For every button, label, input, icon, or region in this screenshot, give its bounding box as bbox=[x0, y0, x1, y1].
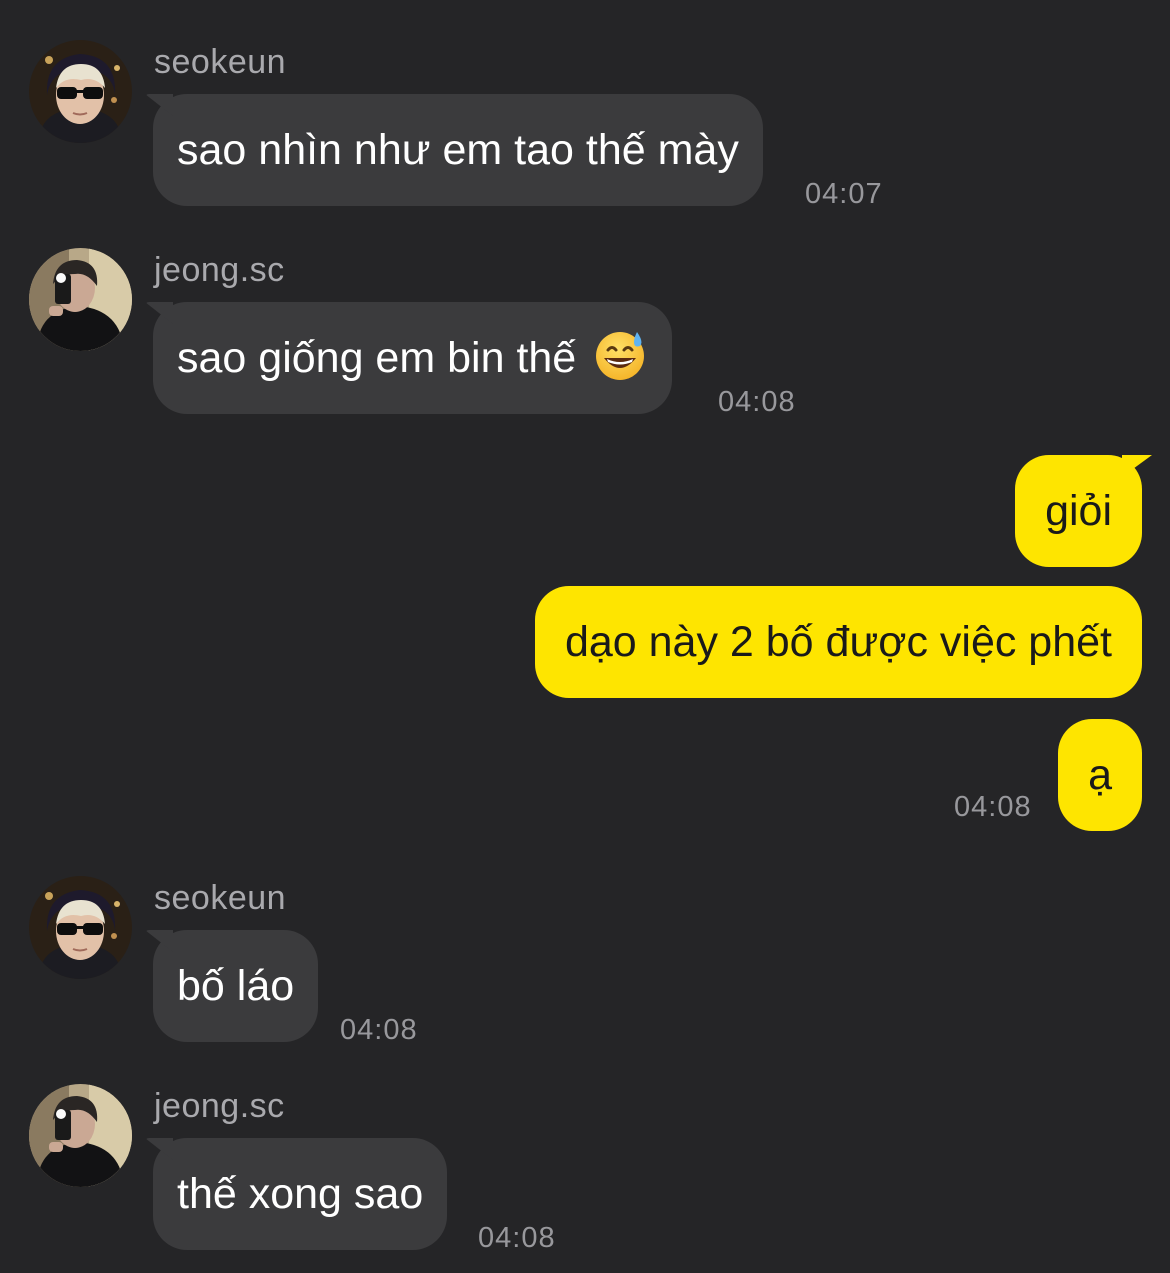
sender-name: jeong.sc bbox=[154, 1087, 285, 1125]
message-timestamp: 04:07 bbox=[805, 178, 883, 210]
grinning-face-with-sweat-icon bbox=[594, 312, 648, 424]
message-timestamp: 04:08 bbox=[954, 791, 1032, 823]
message-bubble[interactable]: sao nhìn như em tao thế mày bbox=[153, 94, 763, 206]
sender-name: seokeun bbox=[154, 879, 287, 917]
sender-name: jeong.sc bbox=[154, 251, 285, 289]
message-bubble-outgoing[interactable]: giỏi bbox=[1015, 455, 1142, 567]
message-text: dạo này 2 bố được việc phết bbox=[564, 618, 1112, 666]
message-text: sao nhìn như em tao thế mày bbox=[177, 126, 739, 174]
message-bubble[interactable]: thế xong sao bbox=[153, 1138, 448, 1250]
avatar-jeong-sc[interactable] bbox=[29, 1084, 132, 1187]
message-text: bố láo bbox=[177, 962, 295, 1010]
message-text: thế xong sao bbox=[177, 1170, 424, 1218]
avatar-seokeun[interactable] bbox=[29, 876, 132, 979]
sender-name: seokeun bbox=[154, 43, 287, 81]
message-bubble-outgoing[interactable]: ạ bbox=[1058, 719, 1142, 831]
message-timestamp: 04:08 bbox=[340, 1014, 418, 1046]
avatar-image bbox=[29, 40, 132, 143]
avatar-image bbox=[29, 876, 132, 979]
message-timestamp: 04:08 bbox=[478, 1222, 556, 1254]
message-text: sao giống em bin thế bbox=[177, 334, 577, 382]
message-bubble[interactable]: sao giống em bin thế bbox=[153, 302, 673, 414]
message-bubble-outgoing[interactable]: dạo này 2 bố được việc phết bbox=[534, 586, 1142, 698]
message-text: ạ bbox=[1088, 751, 1112, 799]
message-timestamp: 04:08 bbox=[718, 386, 796, 418]
avatar-seokeun[interactable] bbox=[29, 40, 132, 143]
chat-thread: seokeun sao nhìn như em tao thế mày 04:0… bbox=[0, 0, 1170, 1273]
avatar-image bbox=[29, 1084, 132, 1187]
message-text: giỏi bbox=[1045, 487, 1112, 535]
message-bubble[interactable]: bố láo bbox=[153, 930, 319, 1042]
avatar-jeong-sc[interactable] bbox=[29, 248, 132, 351]
avatar-image bbox=[29, 248, 132, 351]
